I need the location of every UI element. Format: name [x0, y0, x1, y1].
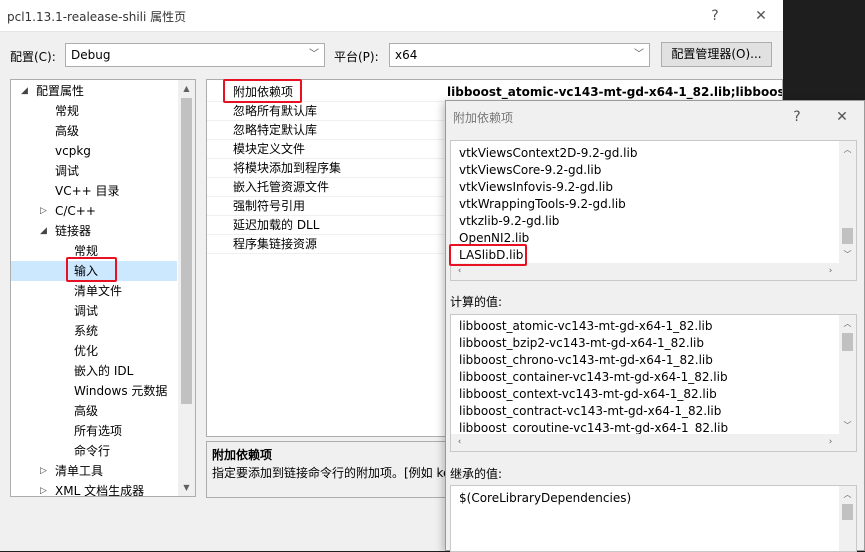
inherited-list-vscroll[interactable]: ︿ [839, 486, 856, 551]
scroll-up-icon[interactable]: ▲ [178, 80, 195, 97]
tree-scrollbar[interactable]: ▲ ▼ [178, 80, 195, 496]
list-item: libboost_container-vc143-mt-gd-x64-1_82.… [459, 370, 728, 384]
list-item[interactable]: vtkzlib-9.2-gd.lib [459, 213, 559, 230]
list-item[interactable]: vtkViewsContext2D-9.2-gd.lib [459, 145, 637, 162]
tree-item[interactable]: 高级 [11, 401, 177, 421]
scroll-down-icon[interactable]: ﹀ [839, 246, 856, 263]
computed-label: 计算的值: [450, 295, 503, 309]
collapsed-icon[interactable]: ▷ [40, 461, 47, 481]
tree-item-xml-doc[interactable]: ▷ XML 文档生成器 [11, 481, 177, 496]
list-item: libboost_context-vc143-mt-gd-x64-1_82.li… [459, 387, 717, 401]
scroll-right-icon[interactable]: › [822, 263, 839, 280]
list-item: $(CoreLibraryDependencies) [459, 491, 632, 505]
tree-item-linker[interactable]: ◢ 链接器 [11, 221, 177, 241]
computed-list-hscroll[interactable]: ‹ › [451, 434, 856, 451]
tree-item[interactable]: 常规 [11, 101, 177, 121]
highlight-box-additional-deps [223, 79, 302, 103]
platform-label: 平台(P): [334, 50, 379, 64]
list-item: libboost_bzip2-vc143-mt-gd-x64-1_82.lib [459, 336, 704, 350]
help-button[interactable]: ? [703, 5, 727, 27]
dialog-close-button[interactable]: ✕ [830, 106, 854, 128]
title-bar: pcl1.13.1-realease-shili 属性页 ? ✕ [0, 0, 783, 32]
config-value: Debug [71, 48, 111, 62]
scroll-right-icon[interactable]: › [822, 434, 839, 451]
inherited-values-list: $(CoreLibraryDependencies) ︿ [450, 485, 857, 552]
close-button[interactable]: ✕ [749, 5, 773, 27]
tree-item[interactable]: 清单文件 [11, 281, 177, 301]
list-item: libboost_contract-vc143-mt-gd-x64-1_82.l… [459, 404, 722, 418]
expanded-icon[interactable]: ◢ [21, 81, 28, 101]
list-item[interactable]: vtkViewsCore-9.2-gd.lib [459, 162, 601, 179]
computed-list-vscroll[interactable]: ︿ ﹀ [839, 315, 856, 434]
list-item[interactable]: vtkWrappingTools-9.2-gd.lib [459, 196, 626, 213]
tree-item[interactable]: 嵌入的 IDL [11, 361, 177, 381]
tree-item[interactable]: 优化 [11, 341, 177, 361]
scroll-thumb[interactable] [842, 504, 853, 520]
window-title: pcl1.13.1-realease-shili 属性页 [7, 10, 187, 24]
expanded-icon[interactable]: ◢ [40, 221, 47, 241]
list-item[interactable]: vtkViewsInfovis-9.2-gd.lib [459, 179, 613, 196]
config-manager-button[interactable]: 配置管理器(O)... [661, 42, 772, 67]
tree-item[interactable]: Windows 元数据 [11, 381, 177, 401]
scroll-thumb[interactable] [842, 228, 853, 244]
highlight-box-input [66, 257, 117, 282]
dialog-title: 附加依赖项 [453, 111, 514, 125]
config-dropdown[interactable]: Debug ﹀ [65, 43, 325, 67]
scroll-down-icon[interactable]: ﹀ [839, 417, 856, 434]
tree-item[interactable]: 所有选项 [11, 421, 177, 441]
platform-value: x64 [395, 48, 418, 62]
tree-item-cpp[interactable]: ▷ C/C++ [11, 201, 177, 221]
scroll-left-icon[interactable]: ‹ [451, 434, 468, 451]
platform-dropdown[interactable]: x64 ﹀ [389, 43, 650, 67]
dialog-help-button[interactable]: ? [785, 106, 809, 128]
highlight-box-laslibd [449, 244, 527, 266]
scroll-up-icon[interactable]: ︿ [839, 141, 856, 158]
description-text: 指定要添加到链接命令行的附加项。[例如 ke [212, 466, 451, 480]
description-title: 附加依赖项 [212, 448, 273, 462]
inherited-label: 继承的值: [450, 467, 503, 481]
tree-item-config-props[interactable]: ◢ 配置属性 [11, 81, 177, 101]
tree-item-manifest-tool[interactable]: ▷ 清单工具 [11, 461, 177, 481]
tree-item[interactable]: 系统 [11, 321, 177, 341]
chevron-down-icon: ﹀ [309, 49, 319, 60]
tree-item[interactable]: 高级 [11, 121, 177, 141]
tree-item[interactable]: VC++ 目录 [11, 181, 177, 201]
list-item: libboost_atomic-vc143-mt-gd-x64-1_82.lib [459, 319, 713, 333]
edit-list-vscroll[interactable]: ︿ ﹀ [839, 141, 856, 263]
config-label: 配置(C): [10, 50, 56, 64]
chevron-down-icon: ﹀ [634, 49, 644, 60]
scroll-up-icon[interactable]: ︿ [839, 315, 856, 332]
tree-item[interactable]: vcpkg [11, 141, 177, 161]
collapsed-icon[interactable]: ▷ [40, 481, 47, 496]
additional-deps-dialog: 附加依赖项 ? ✕ vtkViewsContext2D-9.2-gd.lib v… [445, 100, 865, 552]
tree-item[interactable]: 调试 [11, 301, 177, 321]
scroll-thumb[interactable] [181, 98, 192, 404]
scroll-down-icon[interactable]: ▼ [178, 479, 195, 496]
computed-values-list: libboost_atomic-vc143-mt-gd-x64-1_82.lib… [450, 314, 857, 452]
tree-item[interactable]: 命令行 [11, 441, 177, 461]
scroll-thumb[interactable] [842, 333, 853, 351]
tree-item[interactable]: 调试 [11, 161, 177, 181]
collapsed-icon[interactable]: ▷ [40, 201, 47, 221]
list-item: libboost_chrono-vc143-mt-gd-x64-1_82.lib [459, 353, 713, 367]
scroll-up-icon[interactable]: ︿ [839, 486, 856, 503]
property-tree: ◢ 配置属性 常规 高级 vcpkg 调试 VC++ 目录 ▷ C/C++ ◢ … [10, 79, 196, 497]
